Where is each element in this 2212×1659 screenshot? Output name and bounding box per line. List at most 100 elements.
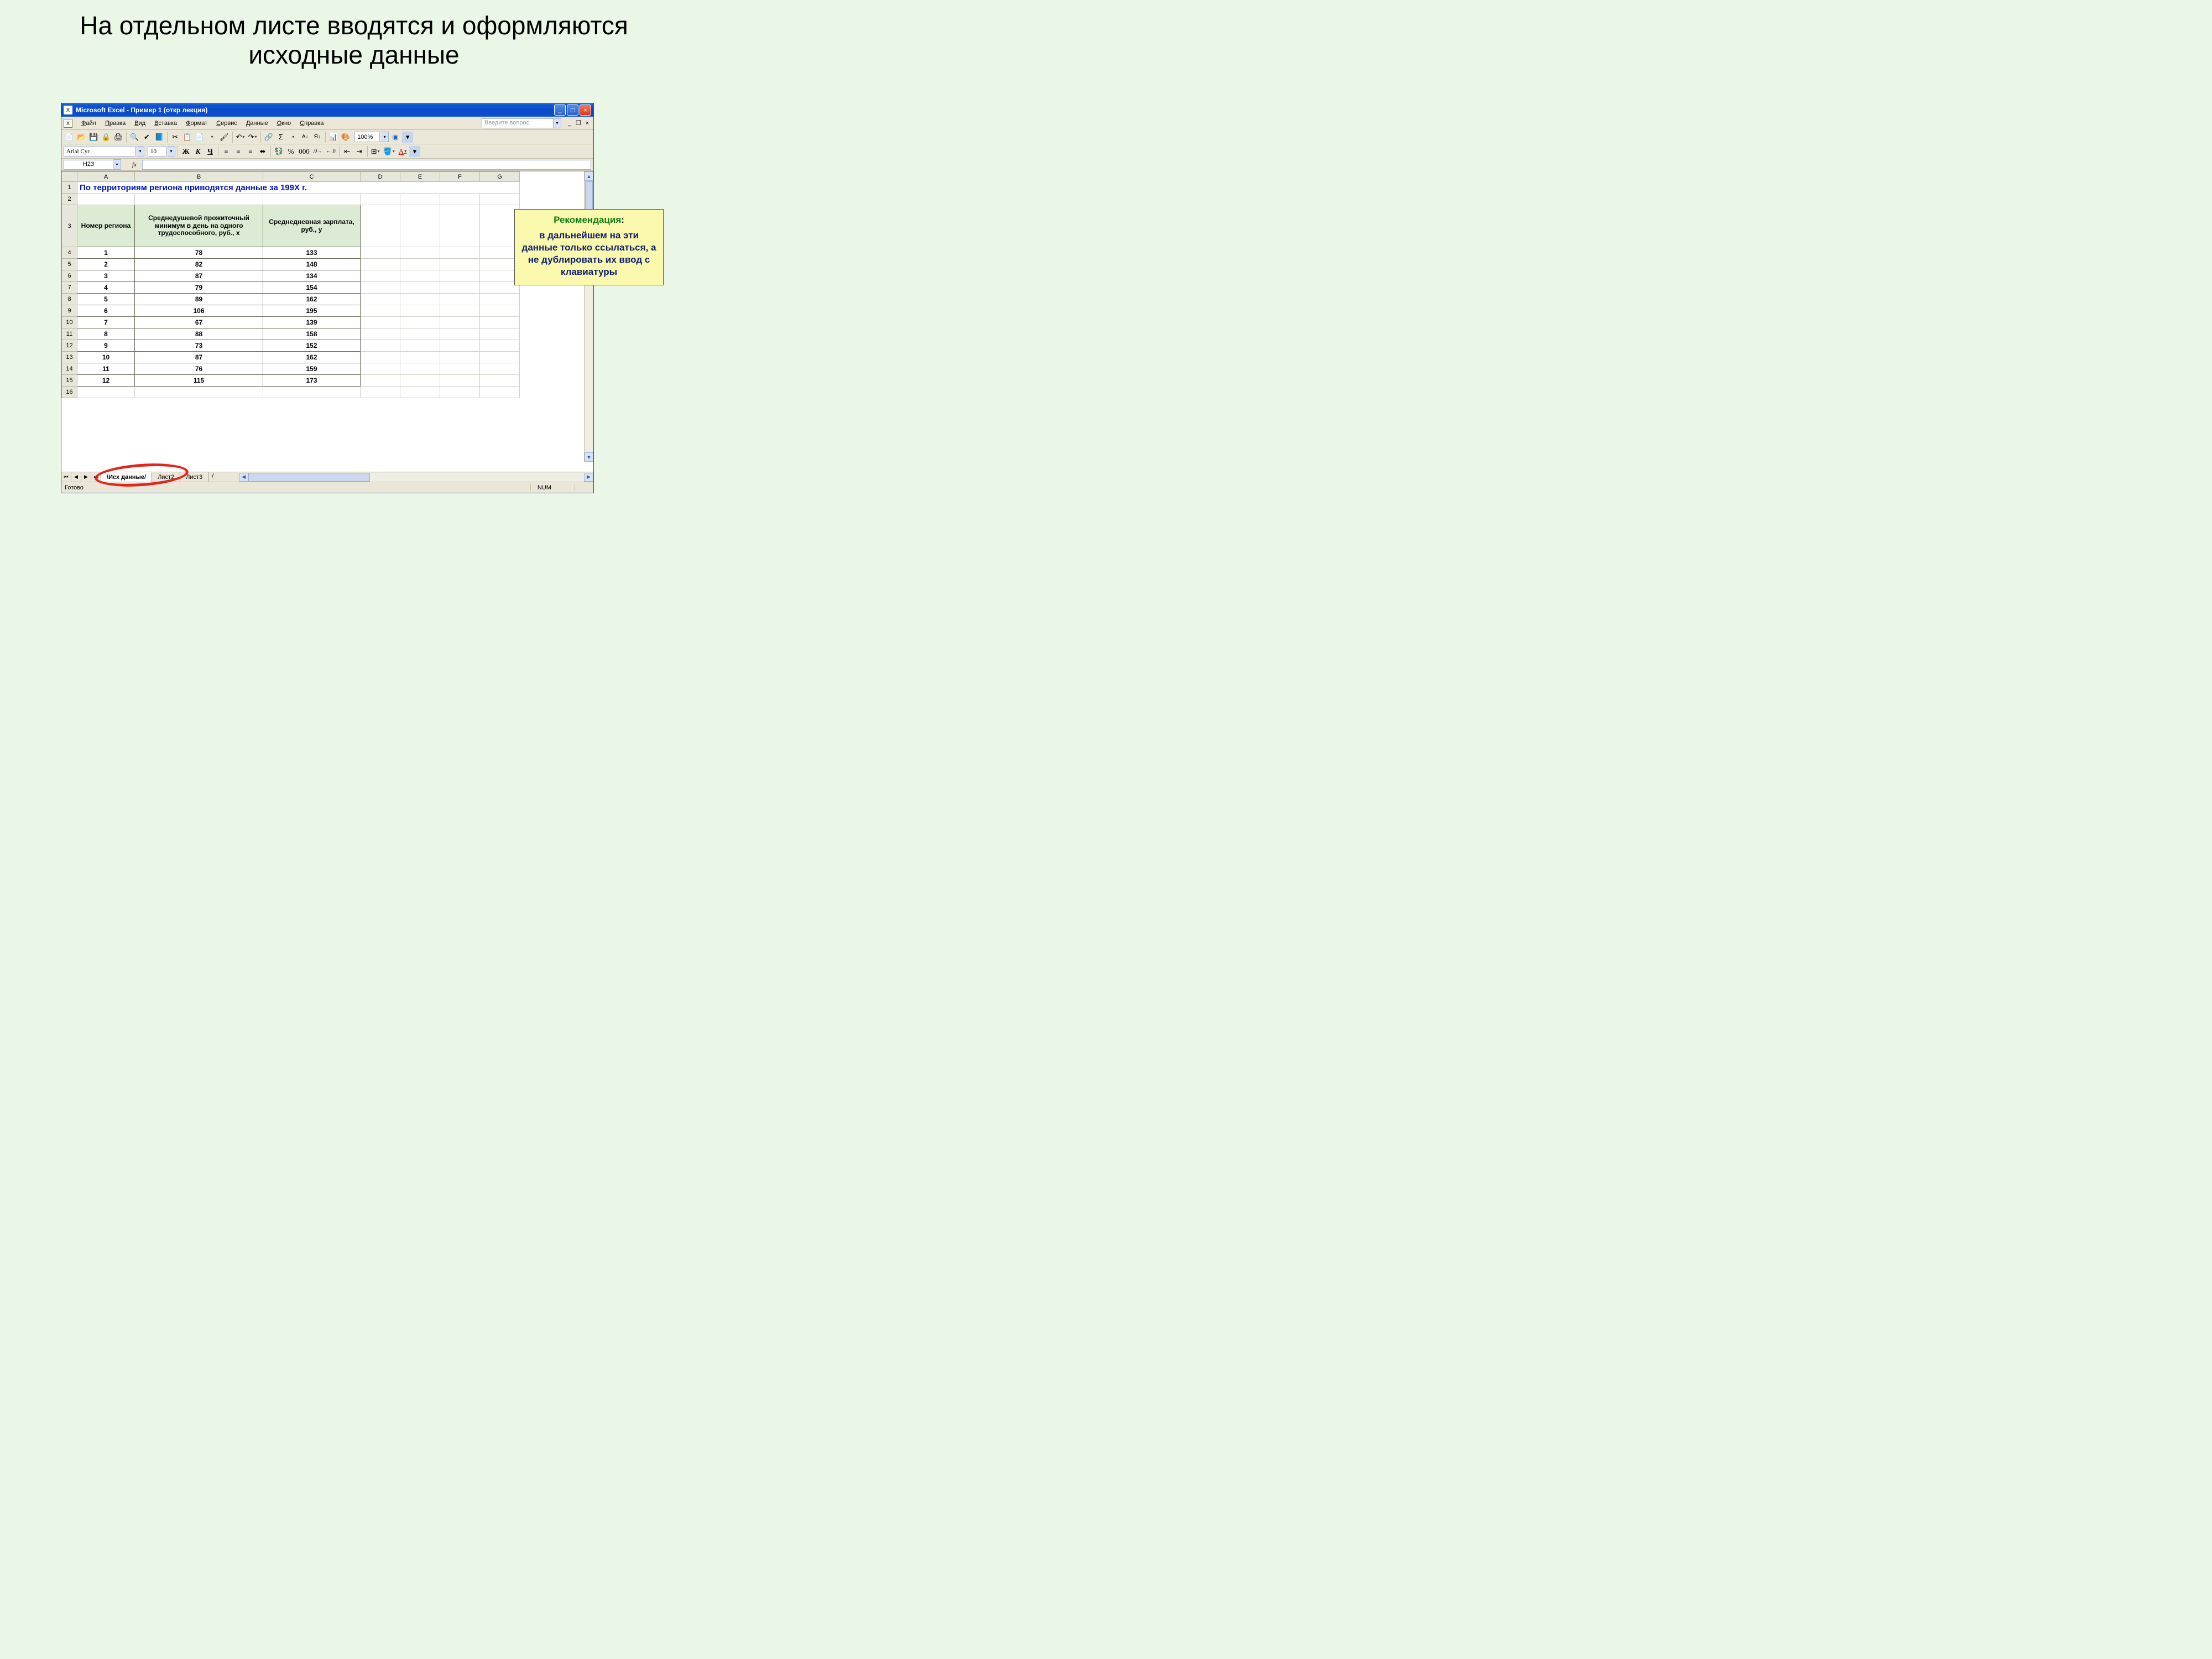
permission-icon[interactable]: 🔒 <box>101 132 112 143</box>
menu-data[interactable]: Данные <box>242 118 273 128</box>
decrease-indent-icon[interactable]: ⇤ <box>342 146 353 157</box>
font-name-box[interactable]: Arial Cyr <box>64 146 135 156</box>
cell[interactable]: 159 <box>263 363 361 375</box>
menu-window[interactable]: Окно <box>273 118 296 128</box>
menu-tools[interactable]: Сервис <box>212 118 242 128</box>
autosum-dropdown[interactable] <box>288 132 299 143</box>
col-header[interactable]: A <box>77 172 135 182</box>
toolbar-options-icon-2[interactable]: ▾ <box>409 146 420 157</box>
undo-icon[interactable]: ↶ <box>235 132 246 143</box>
cell[interactable]: 115 <box>135 375 263 387</box>
spelling-icon[interactable]: ✔ <box>141 132 152 143</box>
menu-insert[interactable]: Вставка <box>150 118 181 128</box>
cell[interactable]: 134 <box>263 270 361 282</box>
row-header[interactable]: 4 <box>62 247 77 259</box>
row-header[interactable]: 3 <box>62 205 77 247</box>
cell[interactable]: 87 <box>135 352 263 363</box>
cell[interactable]: 79 <box>135 282 263 294</box>
font-size-box[interactable]: 10 <box>148 146 166 156</box>
sheet-tab[interactable]: Лист3 <box>180 472 208 482</box>
name-box-dropdown[interactable]: ▾ <box>113 159 121 170</box>
col-header[interactable]: B <box>135 172 263 182</box>
paste-icon[interactable]: 📄 <box>194 132 205 143</box>
font-name-dropdown[interactable]: ▾ <box>137 146 144 156</box>
cell[interactable]: 1 <box>77 247 135 259</box>
row-header[interactable]: 8 <box>62 294 77 305</box>
cell[interactable]: 5 <box>77 294 135 305</box>
row-header[interactable]: 7 <box>62 282 77 294</box>
col-header[interactable]: F <box>440 172 480 182</box>
close-button[interactable]: × <box>580 105 591 116</box>
currency-icon[interactable]: 💱 <box>273 146 284 157</box>
zoom-box[interactable]: 100% <box>354 132 380 142</box>
fx-icon[interactable]: fx <box>132 161 137 168</box>
cell[interactable]: Среднедневная зарплата, руб., у <box>263 205 361 247</box>
italic-button[interactable]: К <box>192 146 204 157</box>
menu-view[interactable]: Вид <box>130 118 150 128</box>
cell[interactable]: 4 <box>77 282 135 294</box>
sort-desc-icon[interactable]: Я↓ <box>312 132 323 143</box>
toolbar-options-icon[interactable]: ▾ <box>402 132 413 143</box>
zoom-dropdown[interactable]: ▾ <box>381 132 389 142</box>
align-left-icon[interactable]: ≡ <box>221 146 232 157</box>
bold-button[interactable]: Ж <box>180 146 191 157</box>
fill-color-icon[interactable]: 🪣 <box>382 146 396 157</box>
cell[interactable]: 7 <box>77 317 135 328</box>
help-search-input[interactable]: Введите вопрос <box>482 118 554 128</box>
row-header[interactable]: 11 <box>62 328 77 340</box>
borders-icon[interactable]: ⊞ <box>370 146 381 157</box>
row-header[interactable]: 9 <box>62 305 77 317</box>
formula-input[interactable] <box>142 160 591 170</box>
cell[interactable]: 133 <box>263 247 361 259</box>
sheet-tab-active[interactable]: \ Исх данные / <box>101 472 152 482</box>
cell[interactable]: 11 <box>77 363 135 375</box>
cell[interactable]: 9 <box>77 340 135 352</box>
cut-icon[interactable]: ✂ <box>170 132 181 143</box>
menu-file[interactable]: Файл <box>77 118 101 128</box>
row-header[interactable]: 16 <box>62 387 77 398</box>
increase-decimal-icon[interactable]: .0→ <box>312 146 324 157</box>
font-size-dropdown[interactable]: ▾ <box>168 146 175 156</box>
maximize-button[interactable]: □ <box>567 105 578 116</box>
cell[interactable]: 6 <box>77 305 135 317</box>
doc-minimize-button[interactable]: _ <box>566 119 573 127</box>
scroll-thumb[interactable] <box>248 473 370 482</box>
scroll-down-icon[interactable]: ▼ <box>585 452 593 462</box>
row-header[interactable]: 13 <box>62 352 77 363</box>
cell[interactable]: 139 <box>263 317 361 328</box>
cell[interactable]: 162 <box>263 352 361 363</box>
align-center-icon[interactable]: ≡ <box>233 146 244 157</box>
select-all-corner[interactable] <box>62 172 77 182</box>
print-icon[interactable]: 🖨 <box>113 132 124 143</box>
underline-button[interactable]: Ч <box>205 146 216 157</box>
cell[interactable]: 88 <box>135 328 263 340</box>
redo-icon[interactable]: ↷ <box>247 132 258 143</box>
hyperlink-icon[interactable]: 🔗 <box>263 132 274 143</box>
chart-wizard-icon[interactable]: 📊 <box>328 132 339 143</box>
increase-indent-icon[interactable]: ⇥ <box>354 146 365 157</box>
cell[interactable]: 162 <box>263 294 361 305</box>
col-header[interactable]: G <box>480 172 520 182</box>
open-icon[interactable]: 📂 <box>76 132 87 143</box>
save-icon[interactable]: 💾 <box>88 132 99 143</box>
cell[interactable]: 10 <box>77 352 135 363</box>
row-header[interactable]: 2 <box>62 194 77 205</box>
autosum-icon[interactable]: Σ <box>275 132 286 143</box>
cell[interactable]: 73 <box>135 340 263 352</box>
cell[interactable]: По территориям региона приводятся данные… <box>77 182 520 194</box>
sort-asc-icon[interactable]: А↓ <box>300 132 311 143</box>
menu-help[interactable]: Справка <box>295 118 328 128</box>
scroll-up-icon[interactable]: ▲ <box>585 171 593 181</box>
row-header[interactable]: 12 <box>62 340 77 352</box>
print-preview-icon[interactable]: 🔍 <box>129 132 140 143</box>
percent-icon[interactable]: % <box>285 146 296 157</box>
row-header[interactable]: 14 <box>62 363 77 375</box>
cell[interactable]: 195 <box>263 305 361 317</box>
col-header[interactable]: E <box>400 172 440 182</box>
worksheet-grid[interactable]: A B C D E F G 1 По территориям региона п… <box>61 171 593 472</box>
drawing-icon[interactable]: 🎨 <box>340 132 351 143</box>
cell[interactable]: 82 <box>135 259 263 270</box>
cell[interactable]: Среднедушевой прожиточный минимум в день… <box>135 205 263 247</box>
font-color-icon[interactable]: A <box>397 146 408 157</box>
sheet-tab[interactable]: Лист2 <box>152 472 180 482</box>
